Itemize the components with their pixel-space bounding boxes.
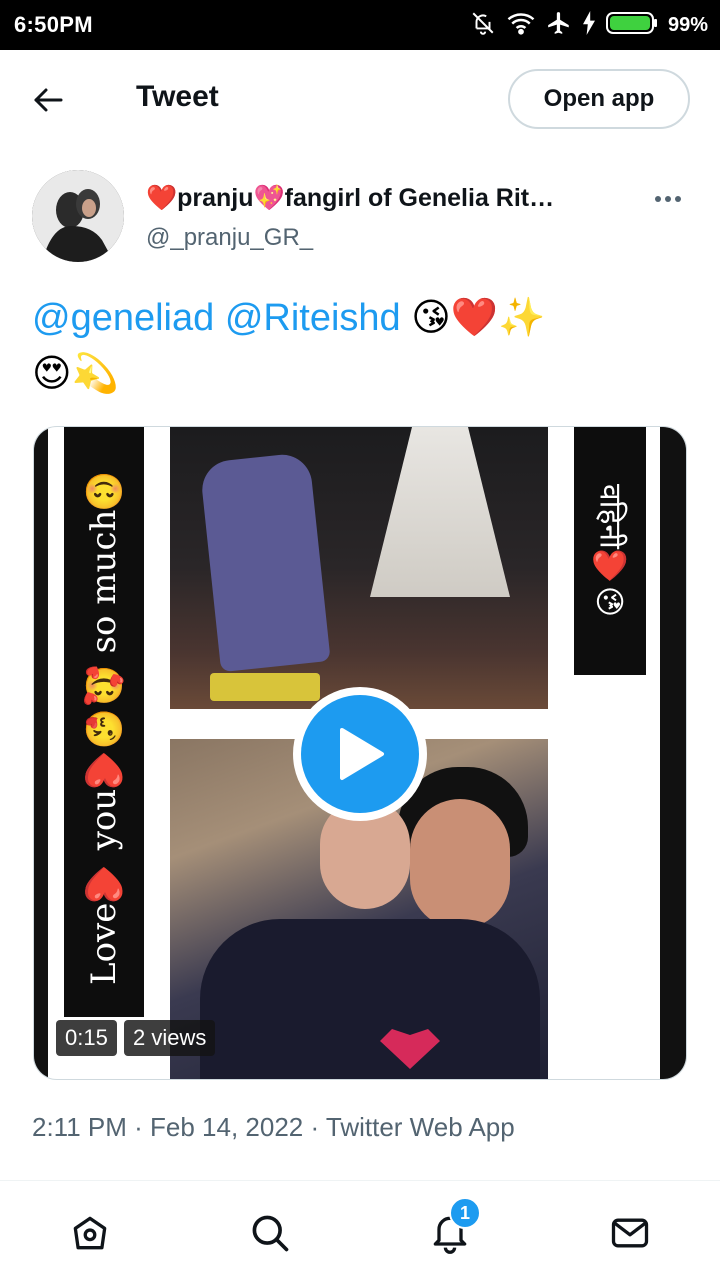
tweet-emojis-line2: 😍💫 xyxy=(32,353,119,395)
wifi-icon xyxy=(506,10,536,41)
mention-link-geneliad[interactable]: @geneliad xyxy=(32,297,214,339)
battery-icon xyxy=(605,11,658,40)
video-view-count: 2 views xyxy=(124,1020,216,1056)
page-title: Tweet xyxy=(136,80,219,113)
open-app-button[interactable]: Open app xyxy=(508,69,690,129)
battery-percent: 99% xyxy=(667,13,708,36)
play-button[interactable] xyxy=(293,687,427,821)
charging-icon xyxy=(582,10,596,40)
author-handle[interactable]: @_pranju_GR_ xyxy=(146,224,313,252)
video-edge-left xyxy=(34,427,48,1079)
status-icons: 99% xyxy=(470,10,708,41)
video-caption-left: Love❤️ you❤️😘🥰 so much😊 xyxy=(64,427,144,1017)
airplane-icon xyxy=(546,10,572,41)
video-duration: 0:15 xyxy=(56,1020,117,1056)
messages-icon[interactable] xyxy=(606,1209,654,1257)
notification-badge: 1 xyxy=(449,1197,481,1229)
video-caption-left-text: Love❤️ you❤️😘🥰 so much😊 xyxy=(84,468,124,986)
search-icon[interactable] xyxy=(246,1209,294,1257)
tweet-timestamp: 2:11 PM · Feb 14, 2022 · Twitter Web App xyxy=(32,1112,515,1142)
author-display-name[interactable]: ❤️pranju💖fangirl of Genelia Rit… xyxy=(146,184,626,213)
mention-link-riteishd[interactable]: @Riteishd xyxy=(225,297,401,339)
more-options-icon[interactable] xyxy=(648,184,688,214)
play-icon xyxy=(301,695,419,813)
top-bar: Tweet Open app xyxy=(0,50,720,148)
video-caption-right: वहिनी❤️😘 xyxy=(574,427,646,675)
avatar[interactable] xyxy=(32,170,124,262)
bottom-nav xyxy=(0,1181,720,1280)
home-icon[interactable] xyxy=(66,1209,114,1257)
video-edge-right xyxy=(660,427,686,1079)
tweet-emojis-line1: 😘❤️✨ xyxy=(411,297,546,339)
status-time: 6:50PM xyxy=(14,12,93,37)
back-arrow-icon[interactable] xyxy=(30,82,66,118)
video-caption-right-text: वहिनी❤️😘 xyxy=(593,483,627,621)
tweet-header: ❤️pranju💖fangirl of Genelia Rit… @_pranj… xyxy=(0,170,720,270)
bell-off-icon xyxy=(470,10,496,41)
tweet-text: @geneliad @Riteishd 😘❤️✨ 😍💫 xyxy=(32,290,692,402)
video-frame-top xyxy=(170,427,548,709)
status-bar: 6:50PM 99% xyxy=(0,0,720,50)
